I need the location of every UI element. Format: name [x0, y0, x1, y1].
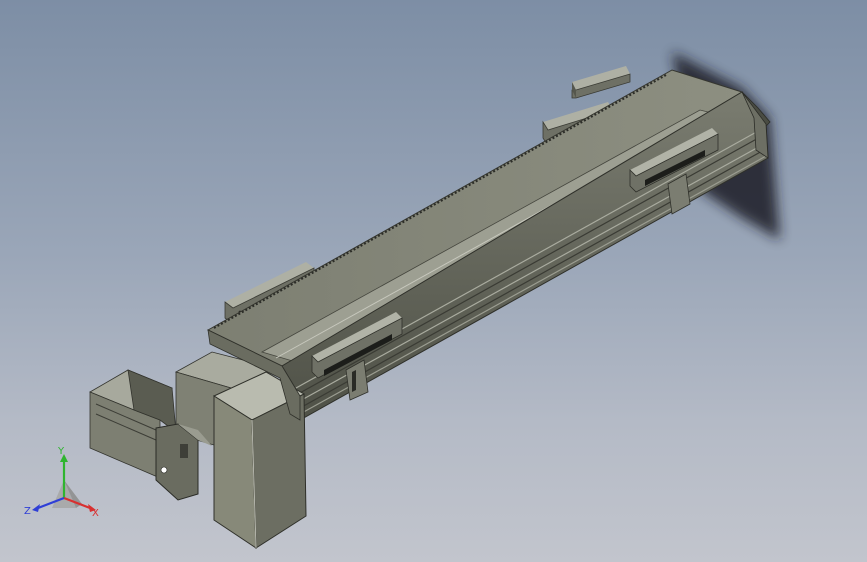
rear-bracket-far — [571, 66, 631, 99]
z-axis-arrow — [32, 504, 40, 512]
cad-model-view[interactable] — [0, 0, 867, 562]
z-axis-label: Z — [24, 506, 31, 517]
x-axis-label: X — [92, 508, 99, 519]
graphics-viewport[interactable]: Y X Z — [0, 0, 867, 562]
axis-triad: Y X Z — [24, 446, 99, 519]
y-axis-label: Y — [57, 446, 65, 457]
